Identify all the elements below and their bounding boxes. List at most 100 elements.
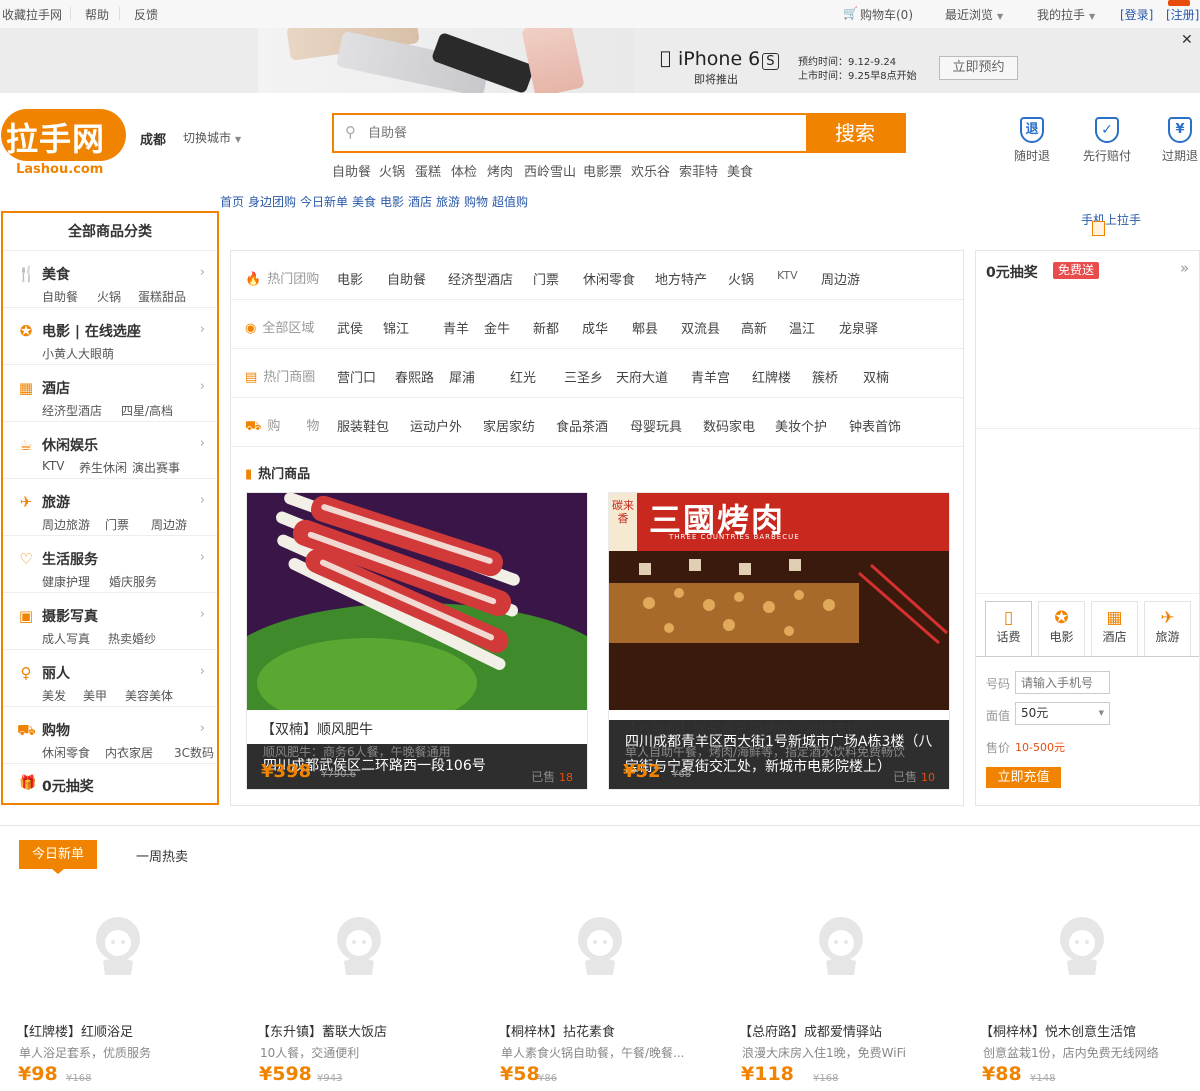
category-sub-link[interactable]: 自助餐 (42, 288, 78, 305)
category-sub-link[interactable]: 蛋糕甜品 (138, 288, 186, 305)
hot-word[interactable]: 美食 (727, 161, 753, 180)
category-sub-link[interactable]: 周边旅游 (42, 516, 90, 533)
preorder-button[interactable]: 立即预约 (939, 56, 1018, 80)
category-item[interactable]: ⛟ 购物 休闲零食 内衣家居 3C数码 › (3, 707, 217, 764)
tab-movie[interactable]: ✪ 电影 (1038, 601, 1085, 657)
deal-card[interactable]: 碳来香 三國烤肉 THREE COUNTRIES BARBECUE 四川成都青羊… (608, 492, 950, 790)
nav-link[interactable]: 身边团购 (248, 193, 296, 210)
category-item[interactable]: ▣ 摄影写真 成人写真 热卖婚纱 › (3, 593, 217, 650)
tab-hotel[interactable]: ▦ 酒店 (1091, 601, 1138, 657)
phone-input[interactable] (1015, 671, 1110, 694)
category-sub-link[interactable]: 内衣家居 (105, 744, 153, 761)
mine-link[interactable]: 我的拉手 ▼ (1037, 6, 1095, 23)
filter-option[interactable]: 双楠 (863, 367, 889, 386)
mobile-app-link[interactable]: 手机上拉手 (1081, 211, 1141, 228)
hot-word[interactable]: 自助餐 (332, 161, 371, 180)
filter-option[interactable]: 家居家纺 (483, 416, 535, 435)
filter-option[interactable]: 新都 (533, 318, 559, 337)
register-link[interactable]: [注册] (1166, 6, 1199, 23)
nav-link[interactable]: 今日新单 (300, 193, 348, 210)
category-sub-link[interactable]: 3C数码 (174, 744, 214, 761)
filter-option[interactable]: 运动户外 (410, 416, 462, 435)
filter-option[interactable]: 青羊 (443, 318, 469, 337)
logo[interactable]: 拉手网 Lashou.com (0, 107, 127, 177)
compensation-first[interactable]: ✓ 先行赔付 (1073, 117, 1141, 167)
feedback-link[interactable]: 反馈 (134, 6, 158, 23)
filter-option[interactable]: 锦江 (383, 318, 409, 337)
login-link[interactable]: [登录] (1120, 6, 1153, 23)
category-sub-link[interactable]: 门票 (105, 516, 129, 533)
filter-option[interactable]: 高新 (741, 318, 767, 337)
category-sub-link[interactable]: 周边游 (151, 516, 187, 533)
deal-card[interactable]: 四川成都武侯区二环路西一段106号 【双楠】顺风肥牛 顺风肥牛：商务6人餐，午晚… (246, 492, 588, 790)
filter-option[interactable]: KTV (777, 269, 798, 282)
expired-refund[interactable]: ¥ 过期退 (1146, 117, 1200, 167)
filter-option[interactable]: 温江 (789, 318, 815, 337)
filter-option[interactable]: 三圣乡 (564, 367, 603, 386)
hot-word[interactable]: 蛋糕 (415, 161, 441, 180)
category-item[interactable]: ☕ 休闲娱乐 KTV 养生休闲 演出赛事 › (3, 422, 217, 479)
hot-word[interactable]: 索菲特 (679, 161, 718, 180)
category-sub-link[interactable]: 演出赛事 (132, 459, 180, 476)
lottery-link[interactable]: 🎁 0元抽奖 (3, 764, 217, 803)
category-sub-link[interactable]: 休闲零食 (42, 744, 90, 761)
category-sub-link[interactable]: 美容美体 (125, 687, 173, 704)
hot-word[interactable]: 火锅 (379, 161, 405, 180)
filter-option[interactable]: 火锅 (728, 269, 754, 288)
filter-option[interactable]: 成华 (582, 318, 608, 337)
filter-option[interactable]: 郫县 (632, 318, 658, 337)
category-sub-link[interactable]: 热卖婚纱 (108, 630, 156, 647)
filter-option[interactable]: 春熙路 (395, 367, 434, 386)
amount-select[interactable]: 50元 ▼ (1015, 702, 1110, 725)
hot-word[interactable]: 西岭雪山 (524, 161, 576, 180)
filter-option[interactable]: 犀浦 (449, 367, 475, 386)
nav-link[interactable]: 美食 (352, 193, 376, 210)
category-sub-link[interactable]: 美甲 (83, 687, 107, 704)
filter-option[interactable]: 数码家电 (703, 416, 755, 435)
category-sub-link[interactable]: 美发 (42, 687, 66, 704)
search-input[interactable] (368, 122, 788, 144)
filter-option[interactable]: 红光 (510, 367, 536, 386)
close-icon[interactable]: ✕ (1181, 32, 1193, 48)
nav-link[interactable]: 购物 (464, 193, 488, 210)
filter-option[interactable]: 母婴玩具 (630, 416, 682, 435)
help-link[interactable]: 帮助 (85, 6, 109, 23)
filter-option[interactable]: 自助餐 (387, 269, 426, 288)
refund-anytime[interactable]: 退 随时退 (998, 117, 1066, 167)
filter-option[interactable]: 经济型酒店 (448, 269, 513, 288)
nav-link[interactable]: 电影 (380, 193, 404, 210)
filter-option[interactable]: 营门口 (337, 367, 376, 386)
filter-option[interactable]: 武侯 (337, 318, 363, 337)
filter-option[interactable]: 金牛 (484, 318, 510, 337)
tab-weekly-hot[interactable]: 一周热卖 (136, 846, 188, 865)
category-sub-link[interactable]: 小黄人大眼萌 (42, 345, 114, 362)
filter-option[interactable]: 电影 (337, 269, 363, 288)
category-item[interactable]: ✈ 旅游 周边旅游 门票 周边游 › (3, 479, 217, 536)
recharge-button[interactable]: 立即充值 (986, 767, 1061, 788)
hot-word[interactable]: 欢乐谷 (631, 161, 670, 180)
category-item[interactable]: ♡ 生活服务 健康护理 婚庆服务 › (3, 536, 217, 593)
hot-word[interactable]: 电影票 (583, 161, 622, 180)
filter-option[interactable]: 门票 (533, 269, 559, 288)
nav-link[interactable]: 旅游 (436, 193, 460, 210)
filter-option[interactable]: 天府大道 (616, 367, 668, 386)
category-sub-link[interactable]: 养生休闲 (79, 459, 127, 476)
category-sub-link[interactable]: 四星/高档 (121, 402, 173, 419)
filter-option[interactable]: 红牌楼 (752, 367, 791, 386)
category-sub-link[interactable]: 健康护理 (42, 573, 90, 590)
filter-option[interactable]: 地方特产 (655, 269, 707, 288)
cart-link[interactable]: 购物车(0) (860, 6, 913, 23)
filter-option[interactable]: 服装鞋包 (337, 416, 389, 435)
hot-word[interactable]: 体检 (451, 161, 477, 180)
category-item[interactable]: ♀ 丽人 美发 美甲 美容美体 › (3, 650, 217, 707)
filter-option[interactable]: 双流县 (681, 318, 720, 337)
filter-option[interactable]: 簇桥 (812, 367, 838, 386)
filter-option[interactable]: 钟表首饰 (849, 416, 901, 435)
category-item[interactable]: ✪ 电影 | 在线选座 小黄人大眼萌 › (3, 308, 217, 365)
nav-link[interactable]: 超值购 (492, 193, 528, 210)
search-button[interactable]: 搜索 (806, 115, 904, 151)
category-sub-link[interactable]: 成人写真 (42, 630, 90, 647)
tab-phone-recharge[interactable]: ▯ 话费 (985, 601, 1032, 657)
category-sub-link[interactable]: 经济型酒店 (42, 402, 102, 419)
category-sub-link[interactable]: 婚庆服务 (109, 573, 157, 590)
